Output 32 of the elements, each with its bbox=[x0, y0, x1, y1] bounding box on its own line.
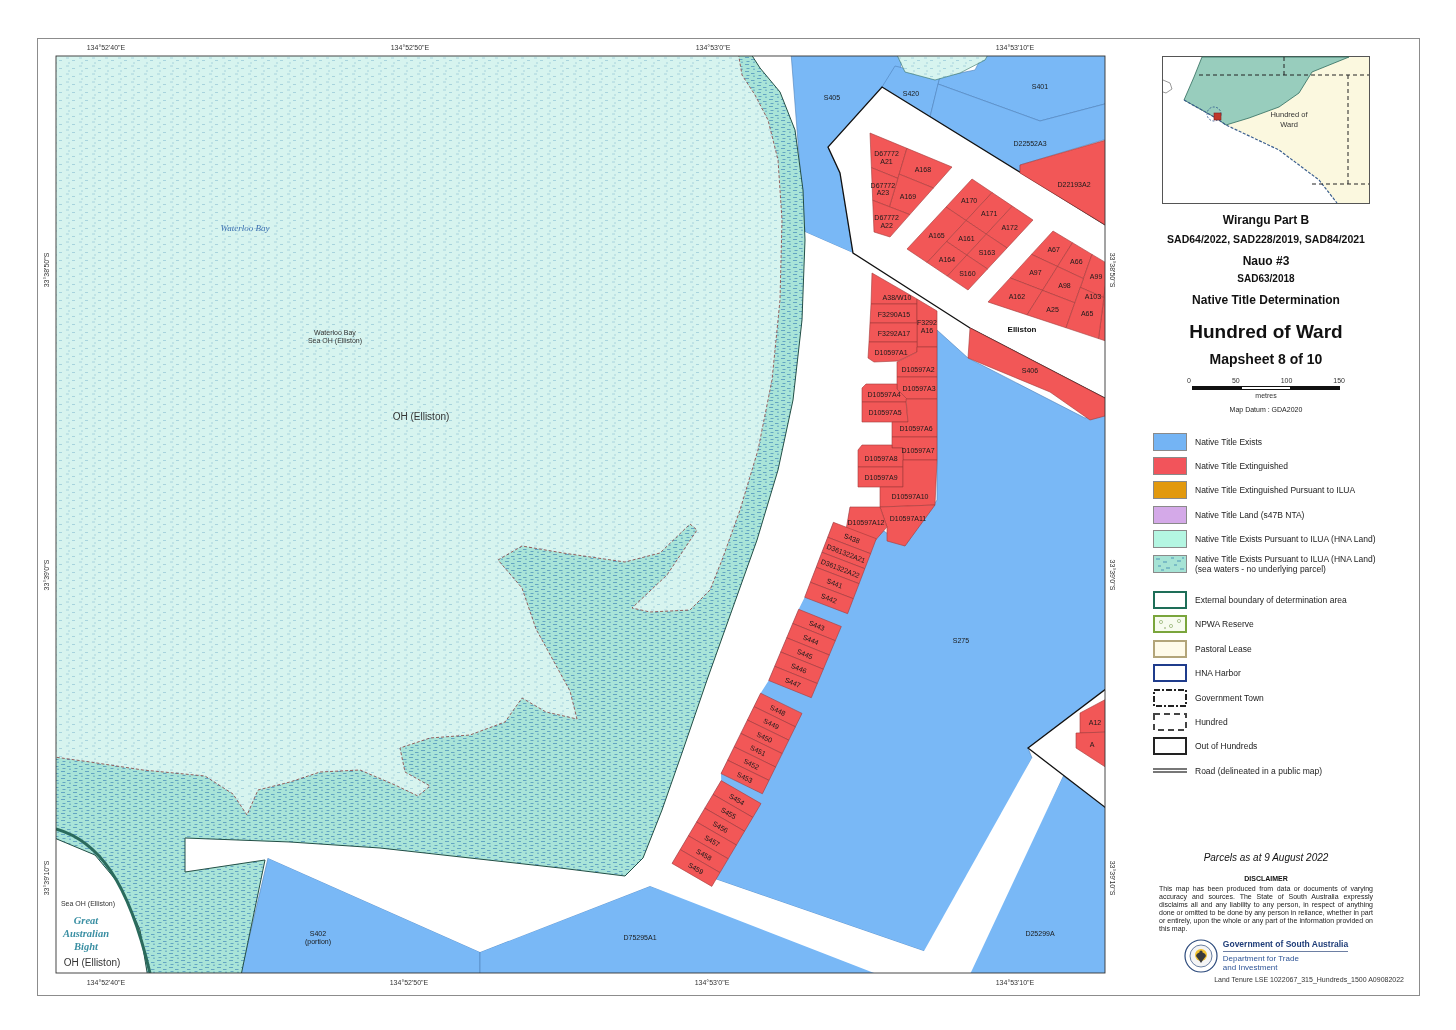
legend-label: Native Title Extinguished bbox=[1195, 461, 1289, 472]
parcels-date: Parcels as at 9 August 2022 bbox=[1203, 852, 1329, 863]
title-text: Hundred of Ward bbox=[1189, 321, 1343, 341]
location-marker bbox=[1206, 106, 1222, 122]
title-text: SAD64/2022, SAD228/2019, SAD84/2021 bbox=[1167, 234, 1365, 245]
place-label: OH (Elliston) bbox=[392, 410, 450, 422]
title-text: Nauo #3 bbox=[1242, 254, 1290, 267]
legend-label: Native Title Exists Pursuant to ILUA (HNA Land) bbox=[1195, 553, 1376, 564]
title-text: SAD63/2018 bbox=[1237, 273, 1295, 284]
emblem-icon bbox=[1183, 938, 1218, 973]
legend-label: Native Title Land (s47B NTA) bbox=[1195, 509, 1305, 520]
government-name: Government of South Australia bbox=[1222, 938, 1349, 952]
legend-label: Hundred bbox=[1195, 717, 1228, 727]
place-label: OH (Elliston) bbox=[63, 956, 121, 968]
legend-label: External boundary of determination area bbox=[1195, 595, 1347, 606]
title-text: Mapsheet 8 of 10 bbox=[1209, 351, 1323, 366]
legend-label: Out of Hundreds bbox=[1195, 741, 1258, 752]
legend-note: (sea waters - no underlying parcel) bbox=[1195, 563, 1327, 574]
place-label: Great Australian Bight bbox=[62, 914, 110, 952]
place-label: Waterloo Bay bbox=[220, 223, 270, 233]
title-text: Native Title Determination bbox=[1192, 293, 1340, 306]
legend-label: HNA Harbor bbox=[1195, 668, 1241, 679]
legend-label: Native Title Exists Pursuant to ILUA (HNA Land) bbox=[1195, 534, 1376, 545]
legend-label: Native Title Extinguished Pursuant to ILUA bbox=[1195, 485, 1356, 496]
legend-label: Government Town bbox=[1195, 692, 1264, 703]
title-text: Wirangu Part B bbox=[1222, 214, 1310, 226]
legend-label: Native Title Exists bbox=[1195, 436, 1263, 447]
legend-label: Road (delineated in a public map) bbox=[1195, 765, 1323, 776]
legend-label: NPWA Reserve bbox=[1195, 619, 1254, 630]
place-label: Elliston bbox=[1007, 324, 1037, 334]
legend-label: Pastoral Lease bbox=[1195, 643, 1252, 654]
department-name: Department for Trade and Investment bbox=[1222, 953, 1300, 973]
